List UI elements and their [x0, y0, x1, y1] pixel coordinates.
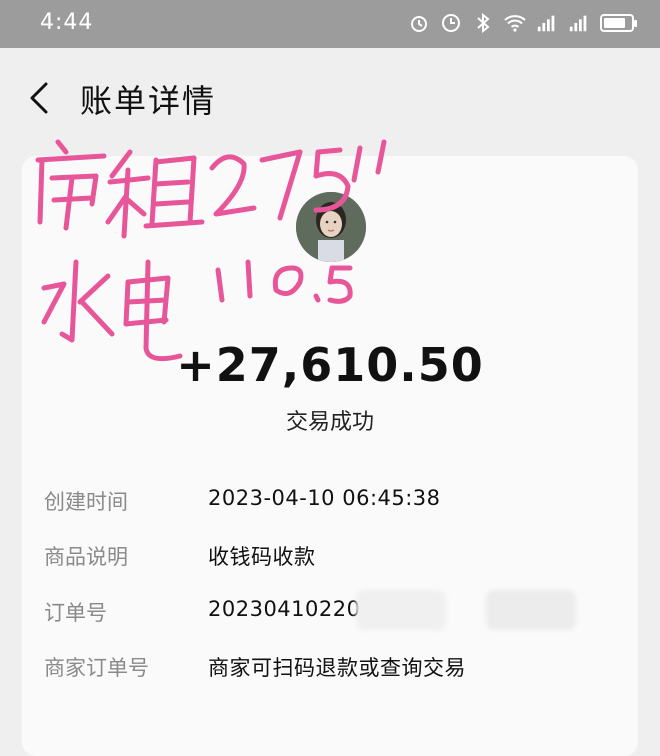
avatar	[296, 192, 366, 262]
detail-label: 商家订单号	[44, 656, 149, 680]
wifi-icon	[504, 12, 526, 34]
status-bar: 4:44	[0, 0, 660, 48]
back-button[interactable]	[18, 76, 62, 120]
page-title: 账单详情	[80, 82, 217, 120]
detail-label: 创建时间	[44, 490, 128, 514]
bluetooth-icon	[472, 12, 494, 34]
detail-value[interactable]: 20230410220	[208, 597, 360, 621]
detail-value: 收钱码收款	[208, 545, 316, 569]
transaction-amount: +27,610.50	[176, 338, 484, 392]
detail-label: 订单号	[44, 601, 107, 625]
detail-value[interactable]: 商家可扫码退款或查询交易	[208, 652, 466, 682]
alarm-icon	[408, 12, 430, 34]
detail-row-merchant-order: 商家订单号 商家可扫码退款或查询交易	[44, 652, 634, 692]
status-icons	[408, 12, 637, 34]
back-arrow-icon	[30, 82, 48, 114]
status-time: 4:44	[40, 10, 94, 35]
redaction-mask	[486, 590, 576, 630]
redaction-mask	[356, 590, 446, 630]
detail-value: 2023-04-10 06:45:38	[208, 486, 441, 510]
detail-label: 商品说明	[44, 545, 128, 569]
nav-bar: 账单详情	[0, 48, 660, 148]
transaction-status: 交易成功	[285, 410, 374, 435]
detail-row-created-time: 创建时间 2023-04-10 06:45:38	[44, 486, 634, 526]
clock-icon	[440, 12, 462, 34]
battery-icon	[600, 14, 637, 32]
detail-row-product-desc: 商品说明 收钱码收款	[44, 541, 634, 581]
signal-icon-2	[568, 12, 590, 34]
signal-icon-1	[536, 12, 558, 34]
